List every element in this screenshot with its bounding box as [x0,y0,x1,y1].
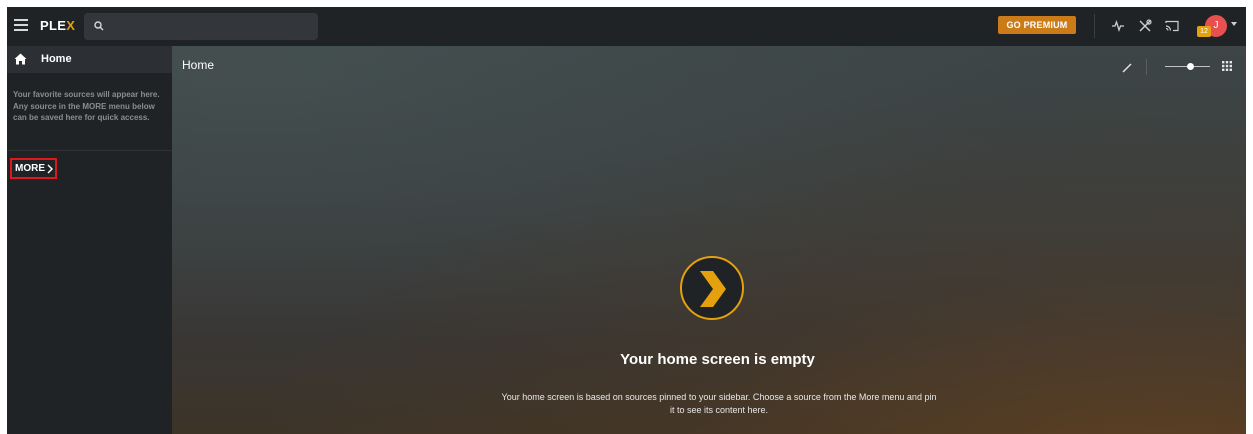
slider-thumb[interactable] [1187,63,1194,70]
grid-view-icon[interactable] [1222,61,1232,71]
activity-icon[interactable] [1111,19,1125,33]
main-content: Home Your home screen is empty Your home… [172,46,1246,434]
header-divider [1146,59,1147,75]
poster-size-slider[interactable] [1165,62,1210,72]
more-label: MORE [15,163,45,174]
settings-tools-icon[interactable] [1138,19,1152,33]
menu-icon[interactable] [14,19,28,31]
top-bar: PLEX GO PREMIUM J 12 [7,7,1246,46]
home-icon [14,53,27,65]
edit-pencil-icon[interactable] [1122,63,1132,73]
chevron-down-icon[interactable] [1231,22,1237,26]
page-title: Home [182,58,215,72]
notification-badge: 12 [1197,26,1211,37]
content-header: Home [172,46,1246,85]
empty-state-description: Your home screen is based on sources pin… [501,392,937,415]
go-premium-button[interactable]: GO PREMIUM [998,16,1076,34]
chevron-right-icon [47,164,53,174]
sidebar-item-label: Home [41,53,72,65]
search-icon [94,21,104,31]
sidebar-item-home[interactable]: Home [7,46,172,73]
toolbar-divider [1094,14,1095,38]
sidebar-divider [7,150,172,151]
empty-state-title: Your home screen is empty [620,351,815,368]
more-button[interactable]: MORE [10,158,57,179]
plex-app-window: PLEX GO PREMIUM J 12 Home Your favorite … [7,7,1246,434]
sidebar-help-text: Your favorite sources will appear here. … [13,90,160,122]
search-input[interactable] [84,13,318,40]
sidebar: Home Your favorite sources will appear h… [7,46,172,434]
plex-logo[interactable]: PLEX [40,18,75,33]
cast-icon[interactable] [1165,19,1179,33]
plex-chevron-logo-icon [680,256,744,320]
